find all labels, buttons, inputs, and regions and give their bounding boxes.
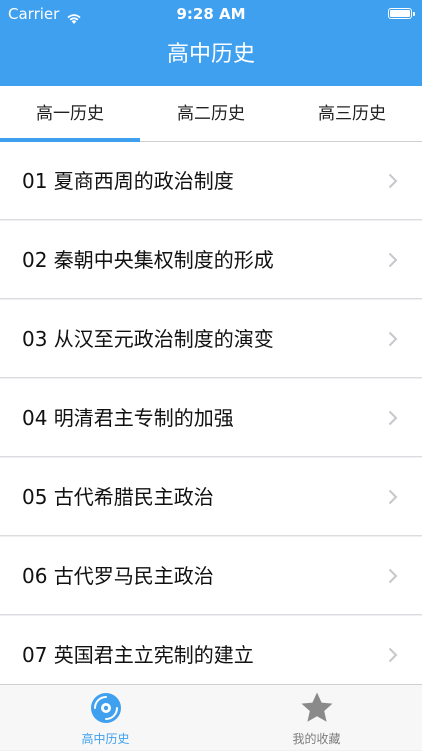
chapter-list[interactable]: 01 夏商西周的政治制度 02 秦朝中央集权制度的形成 03 从汉至元政治制度的…	[0, 142, 422, 684]
tabbar-item-favorites[interactable]: 我的收藏	[211, 685, 422, 751]
list-item[interactable]: 03 从汉至元政治制度的演变	[0, 300, 422, 378]
navigation-bar: Carrier 9:28 AM 高中历史	[0, 0, 422, 86]
chevron-right-icon	[388, 173, 398, 189]
chevron-right-icon	[388, 331, 398, 347]
list-item-label: 07 英国君主立宪制的建立	[22, 643, 254, 667]
clock: 9:28 AM	[176, 5, 246, 23]
list-item-label: 05 古代希腊民主政治	[22, 485, 214, 509]
list-item-label: 06 古代罗马民主政治	[22, 564, 214, 588]
list-item-label: 04 明清君主专制的加强	[22, 406, 234, 430]
list-item[interactable]: 06 古代罗马民主政治	[0, 537, 422, 615]
list-item[interactable]: 05 古代希腊民主政治	[0, 458, 422, 536]
list-item[interactable]: 04 明清君主专制的加强	[0, 379, 422, 457]
chevron-right-icon	[388, 568, 398, 584]
tabbar-label: 我的收藏	[292, 732, 341, 746]
disc-icon	[91, 693, 121, 723]
page-title: 高中历史	[166, 42, 255, 67]
battery-icon	[388, 8, 415, 19]
tabbar-label: 高中历史	[81, 732, 130, 746]
tab-grade-2[interactable]: 高二历史	[141, 86, 281, 142]
list-item-label: 02 秦朝中央集权制度的形成	[22, 248, 274, 272]
list-item[interactable]: 01 夏商西周的政治制度	[0, 142, 422, 220]
star-icon	[301, 692, 333, 722]
list-item-label: 03 从汉至元政治制度的演变	[22, 327, 274, 351]
tab-grade-3[interactable]: 高三历史	[282, 86, 422, 142]
chevron-right-icon	[388, 252, 398, 268]
status-bar: Carrier 9:28 AM	[0, 0, 422, 28]
list-item-label: 01 夏商西周的政治制度	[22, 169, 234, 193]
list-item[interactable]: 07 英国君主立宪制的建立	[0, 616, 422, 684]
tab-grade-1[interactable]: 高一历史	[0, 86, 140, 142]
chevron-right-icon	[388, 410, 398, 426]
list-item[interactable]: 02 秦朝中央集权制度的形成	[0, 221, 422, 299]
grade-tabs: 高一历史 高二历史 高三历史	[0, 86, 422, 142]
tabbar-item-history[interactable]: 高中历史	[0, 685, 211, 751]
tab-bar: 高中历史 我的收藏	[0, 684, 422, 750]
chevron-right-icon	[388, 647, 398, 663]
chevron-right-icon	[388, 489, 398, 505]
